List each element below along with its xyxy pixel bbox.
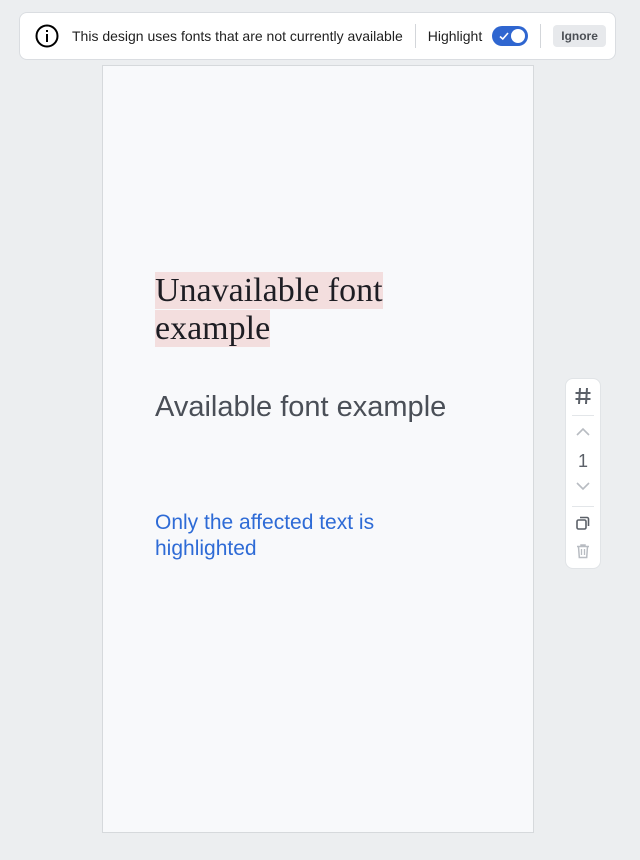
hash-icon[interactable] — [566, 386, 600, 406]
toolbar-divider — [572, 415, 594, 416]
page-toolbar: 1 — [565, 378, 601, 569]
toggle-knob — [511, 29, 526, 43]
missing-fonts-banner: This design uses fonts that are not curr… — [19, 12, 616, 60]
highlight-label: Highlight — [427, 28, 483, 44]
ignore-button[interactable]: Ignore — [553, 25, 606, 47]
highlight-note-text[interactable]: Only the affected text is highlighted — [155, 510, 455, 562]
available-font-text[interactable]: Available font example — [155, 391, 446, 424]
trash-icon[interactable] — [566, 542, 600, 560]
chevron-up-icon[interactable] — [566, 426, 600, 438]
banner-divider — [540, 24, 542, 48]
check-icon — [498, 29, 510, 43]
page-number: 1 — [577, 451, 588, 471]
info-icon — [35, 24, 59, 48]
highlight-toggle[interactable] — [492, 26, 529, 46]
banner-divider — [414, 24, 416, 48]
toolbar-divider — [572, 506, 594, 507]
banner-message: This design uses fonts that are not curr… — [72, 28, 403, 44]
design-page[interactable]: Unavailable font example Available font … — [102, 65, 534, 833]
chevron-down-icon[interactable] — [566, 480, 600, 492]
duplicate-icon[interactable] — [566, 514, 600, 532]
unavailable-font-text[interactable]: Unavailable font example — [155, 272, 415, 348]
